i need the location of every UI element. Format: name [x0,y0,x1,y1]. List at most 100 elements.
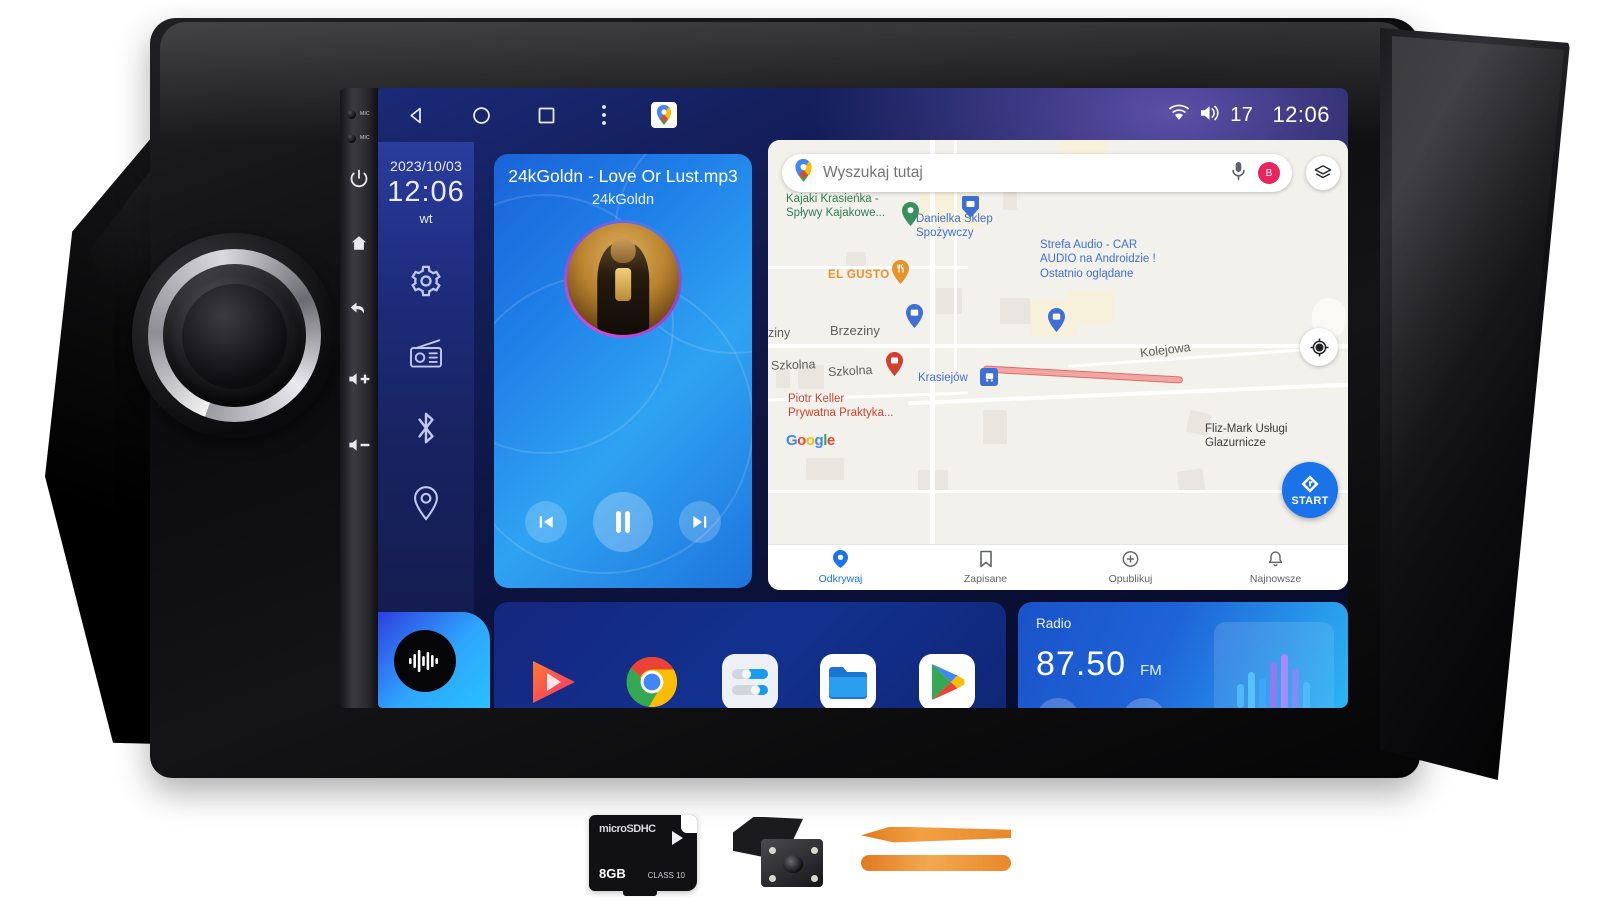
map-locate-button[interactable] [1300,328,1338,366]
clock-dayofweek: wt [419,211,433,226]
map-pin-piotr-keller[interactable] [886,352,903,376]
maps-shortcut-icon[interactable] [651,102,677,128]
settings-icon[interactable] [409,264,443,303]
microsd-card: microSDHC 8GB CLASS 10 [589,814,697,896]
map-nav-opublikuj-label: Opublikuj [1108,573,1153,585]
poi-strefa-line2: AUDIO na Androidzie ! [1040,253,1156,266]
android-overflow-icon[interactable] [601,104,607,126]
map-pin-strefa-audio[interactable] [1048,308,1065,332]
back-button[interactable] [340,300,378,320]
poi-strefa-sub: Ostatnio oglądane [1040,267,1134,280]
map-block [1000,298,1030,324]
power-button[interactable] [340,168,378,188]
map-nav-zapisane-label: Zapisane [963,573,1008,585]
map-nav-zapisane[interactable]: Zapisane [913,550,1058,585]
app-menedzer-plikow[interactable]: Menedżer P... [805,653,891,708]
app-wideo[interactable]: wideo [510,654,596,709]
reverse-camera [731,816,827,889]
map-nav-odkrywaj[interactable]: Odkrywaj [768,550,913,585]
android-recents-icon[interactable] [536,105,557,126]
map-search-bar[interactable]: Wyszukaj tutaj B [782,154,1292,192]
play-store-icon [918,653,975,708]
volume-down-button[interactable] [340,436,378,454]
map-pin-danielka[interactable] [962,196,979,218]
map-pin-train-station[interactable] [980,368,998,386]
microphone-icon[interactable] [1231,161,1246,186]
map-layers-button[interactable] [1306,156,1340,190]
volume-up-button[interactable] [340,370,378,388]
album-art-face [610,238,636,264]
accessory-microsd: microSDHC 8GB CLASS 10 [589,814,697,896]
map-road [908,382,1348,406]
android-home-icon[interactable] [471,105,492,126]
poi-keller-line2: Prywatna Praktyka... [788,407,894,420]
playback-controls [494,492,752,552]
app-wyrownywanie[interactable]: Wyrównywa... [707,653,793,708]
map-pin-shop-1[interactable] [906,304,923,328]
poi-piotr-keller-label[interactable]: Piotr Keller Prywatna Praktyka... [788,392,893,421]
hardware-button-strip: MIC MIC [340,88,378,708]
google-maps-card[interactable]: Kajaki Krasieńka - Spływy Kajakowe... Da… [768,140,1348,590]
radio-band: FM [1140,662,1162,679]
volume-level: 17 [1230,103,1254,126]
left-shortcut-rail: 2023/10/03 12:06 wt [378,142,490,708]
play-triangle-icon [525,654,581,709]
mic-1-label: MIC [360,111,370,117]
app-chrome[interactable]: Chrome [609,654,695,709]
camera-led [769,846,776,854]
radio-prev-button[interactable] [1036,698,1080,708]
music-player-card[interactable]: 24kGoldn - Love Or Lust.mp3 24kGoldn [494,154,752,588]
poi-kajaki-label[interactable]: Kajaki Krasieńka - Spływy Kajakowe... [786,192,885,221]
camera-led [811,874,818,882]
place-krasiejow-label[interactable]: Krasiejów [918,371,968,385]
poi-danielka-label[interactable]: Danielka Sklep Spożywczy [916,212,993,241]
map-canvas[interactable]: Kajaki Krasieńka - Spływy Kajakowe... Da… [768,140,1348,590]
android-back-icon[interactable] [406,105,427,126]
equalizer-launcher[interactable] [378,612,490,708]
map-road [768,344,1348,348]
map-search-input[interactable]: Wyszukaj tutaj [823,164,1231,182]
poi-fliz-line2: Glazurnicze [1205,437,1266,450]
track-title: 24kGoldn - Love Or Lust.mp3 [508,166,738,186]
clock-widget: 2023/10/03 12:06 wt [387,158,465,226]
clock-date: 2023/10/03 [389,158,463,174]
radio-widget[interactable]: Radio 87.50 FM [1018,602,1348,708]
poi-kajaki-line1: Kajaki Krasieńka - [786,193,879,205]
navigation-pin-icon[interactable] [411,485,441,526]
map-nav-odkrywaj-label: Odkrywaj [818,573,863,585]
app-sklep-google-play[interactable]: Sklep Googl... [904,653,990,708]
poi-strefa-line1: Strefa Audio - CAR [1040,239,1138,251]
map-pin-elgusto[interactable] [892,260,909,284]
touchscreen[interactable]: 17 12:06 2023/10/03 12:06 wt 24kGoldn - … [378,88,1348,708]
previous-track-button[interactable] [525,501,567,543]
home-button[interactable] [340,234,378,252]
sd-foot [623,888,657,896]
map-road [768,490,1348,493]
poi-strefa-audio-label[interactable]: Strefa Audio - CAR AUDIO na Androidzie !… [1040,238,1156,281]
next-track-button[interactable] [679,501,721,543]
volume-icon [1199,104,1221,127]
account-avatar[interactable]: B [1258,162,1280,184]
map-pin-kajaki[interactable] [902,202,919,226]
poi-elgusto-label[interactable]: EL GUSTO [828,268,890,282]
street-szkolna-1: Szkolna [770,357,816,373]
poi-flizmark-label[interactable]: Fliz-Mark Usługi Glazurnicze [1205,422,1287,451]
radio-next-button[interactable] [1122,698,1166,708]
bluetooth-icon[interactable] [413,410,439,451]
volume-knob-face[interactable] [182,284,287,389]
map-block [983,410,1007,444]
map-block [936,288,962,314]
radio-visualizer [1214,622,1334,708]
clock-time: 12:06 [387,176,465,208]
radio-icon[interactable] [408,337,444,376]
wifi-icon [1168,104,1190,126]
map-nav-najnowsze[interactable]: Najnowsze [1203,550,1348,585]
sd-capacity-label: 8GB [599,865,626,881]
navigation-start-button[interactable]: START [1282,462,1338,518]
play-pause-button[interactable] [593,492,653,552]
equalizer-icon[interactable] [394,630,456,692]
accessory-pry-tools [861,821,1011,885]
map-block [806,458,844,480]
sd-arrow-icon [672,830,683,845]
map-nav-opublikuj[interactable]: Opublikuj [1058,550,1203,585]
